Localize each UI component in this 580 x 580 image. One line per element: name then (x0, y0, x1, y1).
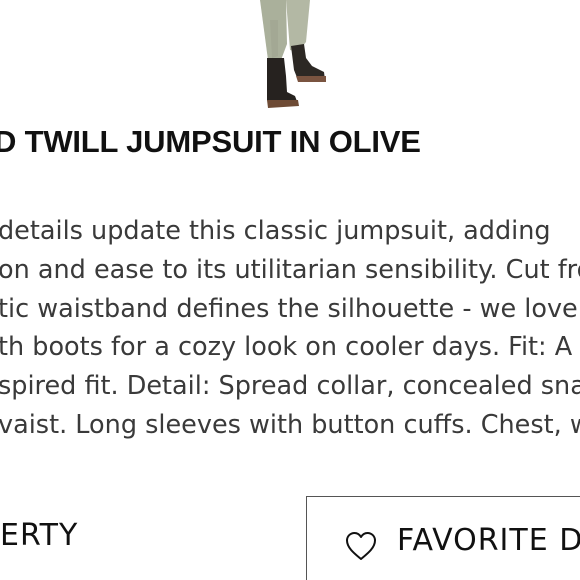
description-line: details update this classic jumpsuit, ad… (0, 216, 551, 246)
description-line: th boots for a cozy look on cooler days.… (0, 332, 573, 363)
description-line: tic waistband defines the silhouette - w… (0, 293, 578, 324)
left-action-label: ERTY (0, 518, 79, 553)
favorite-label: FAVORITE DE (397, 523, 580, 558)
description-line: spired fit. Detail: Spread collar, conce… (0, 371, 580, 402)
description-line: vaist. Long sleeves with button cuffs. C… (0, 409, 580, 440)
left-action-button[interactable]: ERTY (0, 496, 290, 580)
heart-icon (346, 532, 376, 560)
description-line: on and ease to its utilitarian sensibili… (0, 254, 580, 285)
favorite-button[interactable]: FAVORITE DE (306, 496, 580, 580)
product-page: D TWILL JUMPSUIT IN OLIVE details update… (0, 0, 580, 580)
product-image (260, 0, 326, 108)
product-description: details update this classic jumpsuit, ad… (0, 212, 580, 445)
product-title: D TWILL JUMPSUIT IN OLIVE (0, 124, 421, 159)
